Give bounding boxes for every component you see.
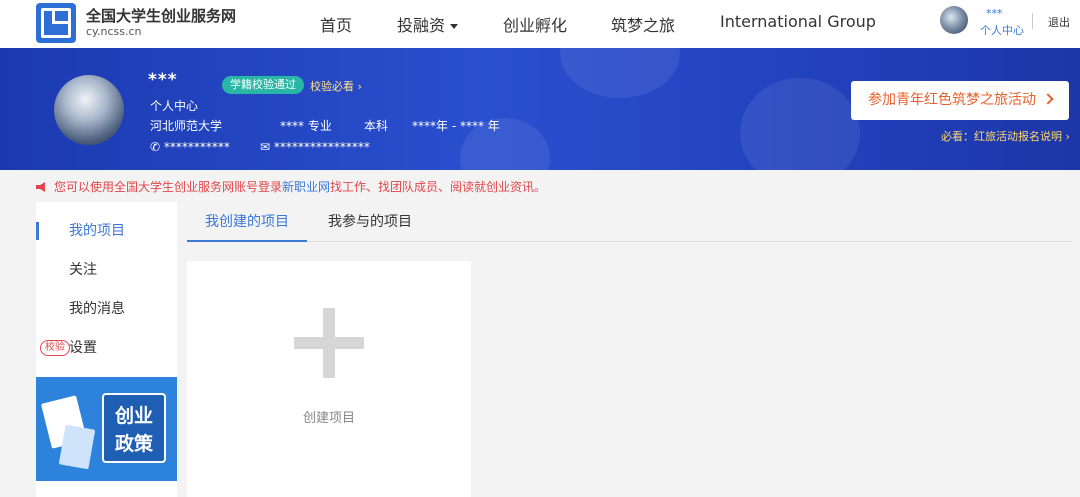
phone-value: *********** — [163, 140, 230, 154]
banner-decoration — [740, 78, 860, 170]
nav-incubation-label: 创业孵化 — [503, 16, 568, 35]
verify-guide-link[interactable]: 校验必看 › — [310, 78, 362, 94]
site-title[interactable]: 全国大学生创业服务网 — [86, 5, 236, 26]
profile-avatar[interactable] — [54, 75, 124, 145]
sidebar-item-follow[interactable]: 关注 — [36, 255, 177, 285]
phone-icon: ✆ — [150, 140, 164, 154]
site-url: cy.ncss.cn — [86, 25, 142, 38]
nav-investment-label: 投融资 — [397, 16, 446, 35]
verify-guide-label: 校验必看 — [310, 80, 354, 93]
project-tabs: 我创建的项目 我参与的项目 — [187, 202, 1072, 242]
nav-incubation[interactable]: 创业孵化 — [503, 12, 567, 36]
join-red-journey-button[interactable]: 参加青年红色筑梦之旅活动 — [851, 81, 1069, 120]
speaker-icon — [36, 182, 45, 192]
policy-banner[interactable]: 创业 政策 — [36, 377, 177, 481]
verify-badge: 校验 — [40, 340, 70, 356]
notice-bar: 您可以使用全国大学生创业服务网账号登录新职业网找工作、找团队成员、阅读就创业资讯… — [36, 178, 546, 195]
create-project-card[interactable]: 创建项目 — [187, 261, 471, 497]
sidebar-item-label: 关注 — [69, 262, 97, 278]
chevron-right-icon: › — [354, 80, 362, 93]
red-journey-guide-link[interactable]: 必看：红旅活动报名说明 › — [941, 128, 1070, 144]
chevron-down-icon — [450, 24, 459, 29]
notice-suffix: 找工作、找团队成员、阅读就创业资讯。 — [330, 180, 547, 194]
user-avatar[interactable] — [940, 6, 968, 34]
sidebar-item-my-projects[interactable]: 我的项目 — [36, 216, 177, 246]
profile-name: *** — [148, 70, 178, 90]
tab-label: 我创建的项目 — [205, 214, 289, 230]
sidebar-item-label: 我的项目 — [69, 223, 125, 239]
verify-status-badge: 学籍校验通过 — [222, 76, 304, 94]
site-logo-icon[interactable] — [36, 3, 76, 43]
nav-dream-journey-label: 筑梦之旅 — [611, 16, 676, 35]
profile-school: 河北师范大学 — [150, 119, 223, 133]
profile-degree: 本科 — [364, 119, 389, 133]
divider — [1032, 13, 1033, 29]
sidebar: 我的项目 关注 我的消息 校验 设置 创业 政策 — [36, 202, 177, 497]
policy-title-line: 政策 — [114, 433, 153, 455]
user-center-link[interactable]: 个人中心 — [980, 22, 1024, 38]
profile-banner: *** 学籍校验通过 校验必看 › 个人中心 河北师范大学 **** 专业 本科… — [0, 48, 1080, 170]
email-value: **************** — [273, 140, 370, 154]
logout-button[interactable]: 退出 — [1048, 14, 1070, 30]
join-red-journey-label: 参加青年红色筑梦之旅活动 — [868, 92, 1036, 108]
tab-label: 我参与的项目 — [328, 214, 412, 230]
tab-created-projects[interactable]: 我创建的项目 — [187, 202, 307, 242]
sidebar-item-settings[interactable]: 校验 设置 — [36, 333, 177, 363]
tab-joined-projects[interactable]: 我参与的项目 — [328, 202, 412, 242]
profile-years: ****年 - **** 年 — [412, 119, 500, 133]
profile-email: ✉ **************** — [260, 140, 370, 154]
policy-title-box: 创业 政策 — [102, 393, 166, 463]
profile-phone: ✆ *********** — [150, 140, 230, 154]
nav-dream-journey[interactable]: 筑梦之旅 — [611, 12, 675, 36]
create-project-label: 创建项目 — [302, 411, 355, 426]
chevron-right-icon — [1042, 93, 1054, 105]
nav-home-label: 首页 — [320, 16, 353, 35]
new-career-link[interactable]: 新职业网 — [282, 180, 330, 194]
banner-decoration — [560, 48, 680, 98]
nav-international[interactable]: International Group — [720, 12, 876, 31]
policy-title-line: 创业 — [114, 405, 153, 427]
sidebar-item-label: 我的消息 — [69, 301, 125, 317]
document-icon — [58, 424, 96, 470]
nav-international-label: International Group — [720, 12, 876, 31]
sidebar-item-messages[interactable]: 我的消息 — [36, 294, 177, 324]
red-journey-guide-label: 必看：红旅活动报名说明 — [941, 130, 1062, 143]
chevron-right-icon: › — [1062, 130, 1070, 143]
user-name[interactable]: *** — [986, 7, 1003, 20]
mail-icon: ✉ — [260, 140, 274, 154]
nav-home[interactable]: 首页 — [320, 12, 352, 36]
notice-prefix: 您可以使用全国大学生创业服务网账号登录 — [54, 180, 283, 194]
top-navbar: 全国大学生创业服务网 cy.ncss.cn 首页 投融资 创业孵化 筑梦之旅 I… — [0, 0, 1080, 48]
nav-investment[interactable]: 投融资 — [397, 12, 459, 36]
profile-major: **** 专业 — [280, 119, 332, 133]
plus-icon — [323, 308, 335, 378]
sidebar-item-label: 设置 — [69, 340, 97, 356]
profile-role: 个人中心 — [150, 99, 199, 113]
